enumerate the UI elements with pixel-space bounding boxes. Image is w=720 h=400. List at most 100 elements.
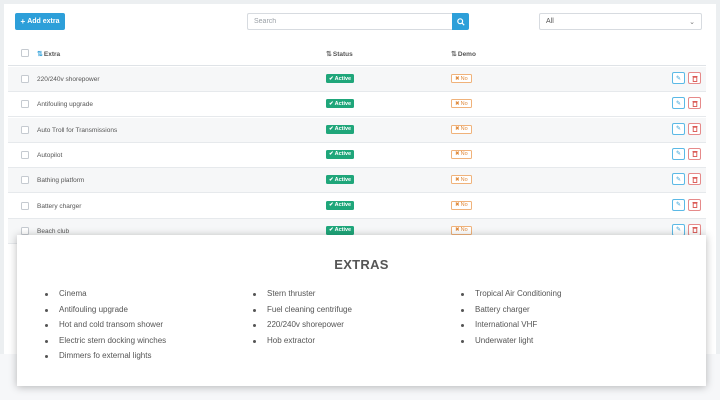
edit-button[interactable]: ✎	[672, 72, 685, 84]
trash-icon	[692, 176, 697, 183]
row-checkbox[interactable]	[21, 150, 29, 159]
extra-name: Beach club	[37, 227, 70, 235]
demo-badge: ✖ No	[451, 175, 472, 185]
extra-list-item: International VHF	[461, 319, 561, 335]
extra-name: Battery charger	[37, 202, 82, 210]
search-input[interactable]	[247, 13, 452, 30]
status-text: Active	[334, 100, 352, 107]
row-checkbox[interactable]	[21, 75, 29, 83]
extra-list-item: Fuel cleaning centrifuge	[253, 304, 352, 320]
status-filter-select[interactable]: All ⌄	[539, 13, 702, 30]
add-extra-button[interactable]: + Add extra	[15, 13, 65, 30]
delete-button[interactable]	[688, 72, 701, 84]
status-text: Active	[334, 202, 352, 208]
pencil-icon: ✎	[675, 202, 682, 208]
edit-button[interactable]: ✎	[672, 223, 685, 236]
x-icon: ✖	[455, 202, 460, 208]
demo-badge: ✖ No	[451, 225, 472, 235]
extra-list-item: Stern thruster	[253, 288, 352, 304]
table-header: ⇅ Extra ⇅ Status ⇅ Demo	[8, 42, 706, 66]
x-icon: ✖	[455, 126, 460, 133]
extra-list-item: Underwater light	[461, 335, 561, 351]
demo-badge: ✖ No	[451, 74, 472, 83]
extra-name: Autopilot	[37, 151, 63, 159]
table-row[interactable]: Battery charger ✔ Active ✖ No ✎	[8, 194, 706, 219]
trash-icon	[692, 100, 697, 107]
demo-text: No	[460, 126, 468, 133]
trash-icon	[692, 126, 697, 133]
demo-badge: ✖ No	[451, 124, 472, 134]
extra-name: Auto Troll for Transmissions	[37, 126, 118, 134]
table-row[interactable]: Bathing platform ✔ Active ✖ No ✎	[8, 168, 706, 194]
column-header-status[interactable]: ⇅ Status	[326, 50, 353, 59]
extras-column-1: Cinema Antifouling upgrade Hot and cold tr…	[45, 288, 166, 366]
x-icon: ✖	[455, 100, 460, 107]
edit-button[interactable]: ✎	[672, 122, 685, 135]
sort-icon: ⇅	[451, 51, 457, 58]
demo-text: No	[460, 100, 468, 107]
delete-button[interactable]	[688, 223, 701, 236]
row-checkbox[interactable]	[21, 201, 29, 210]
demo-badge: ✖ No	[451, 99, 472, 109]
table-row[interactable]: Autopilot ✔ Active ✖ No ✎	[8, 143, 706, 168]
delete-button[interactable]	[688, 198, 701, 211]
pencil-icon: ✎	[675, 227, 682, 234]
table-row[interactable]: 220/240v shorepower ✔ Active ✖ No ✎	[8, 67, 706, 92]
edit-button[interactable]: ✎	[672, 173, 685, 186]
demo-text: No	[460, 227, 468, 234]
extras-column-3: Tropical Air Conditioning Battery charger…	[461, 288, 561, 350]
check-icon: ✔	[329, 100, 334, 107]
delete-button[interactable]	[688, 122, 701, 135]
table-row[interactable]: Antifouling upgrade ✔ Active ✖ No ✎	[8, 92, 706, 118]
status-text: Active	[334, 126, 352, 133]
x-icon: ✖	[455, 176, 460, 183]
extra-list-item: Cinema	[45, 288, 166, 304]
delete-button[interactable]	[688, 173, 701, 186]
pencil-icon: ✎	[675, 126, 682, 133]
demo-text: No	[460, 202, 468, 208]
table-row[interactable]: Auto Troll for Transmissions ✔ Active ✖ No ✎	[8, 117, 706, 143]
check-icon: ✔	[329, 176, 334, 183]
check-icon: ✔	[329, 75, 334, 82]
column-header-extra[interactable]: ⇅ Extra	[37, 50, 60, 59]
extra-name: Antifouling upgrade	[37, 101, 94, 109]
delete-button[interactable]	[688, 97, 701, 110]
status-text: Active	[334, 227, 352, 234]
trash-icon	[692, 75, 697, 82]
search-icon	[456, 17, 465, 26]
row-checkbox[interactable]	[21, 100, 29, 109]
row-checkbox[interactable]	[21, 226, 29, 235]
plus-icon: +	[20, 16, 26, 26]
demo-text: No	[460, 176, 468, 183]
demo-badge: ✖ No	[451, 200, 472, 210]
extra-list-item: Antifouling upgrade	[45, 304, 166, 320]
add-extra-label: Add extra	[27, 18, 60, 25]
status-badge: ✔ Active	[326, 74, 355, 83]
extras-card: EXTRAS Cinema Antifouling upgrade Hot and …	[17, 235, 706, 386]
x-icon: ✖	[455, 75, 460, 82]
edit-button[interactable]: ✎	[672, 97, 685, 110]
x-icon: ✖	[455, 151, 460, 158]
edit-button[interactable]: ✎	[672, 198, 685, 211]
edit-button[interactable]: ✎	[672, 147, 685, 160]
extra-name: 220/240v shorepower	[37, 76, 100, 83]
delete-button[interactable]	[688, 147, 701, 160]
card-title: EXTRAS	[334, 257, 389, 272]
pencil-icon: ✎	[675, 151, 682, 158]
chevron-down-icon: ⌄	[689, 18, 695, 26]
column-header-demo[interactable]: ⇅ Demo	[451, 50, 476, 59]
extra-list-item: Electric stern docking winches	[45, 335, 166, 351]
status-text: Active	[334, 151, 352, 158]
sort-icon: ⇅	[326, 51, 332, 58]
search-button[interactable]	[452, 13, 469, 30]
select-all-checkbox[interactable]	[21, 49, 29, 57]
search-bar	[247, 13, 469, 30]
extras-column-2: Stern thruster Fuel cleaning centrifuge 22…	[253, 288, 352, 350]
row-checkbox[interactable]	[21, 125, 29, 134]
extra-list-item: Hob extractor	[253, 335, 352, 351]
demo-badge: ✖ No	[451, 149, 472, 159]
check-icon: ✔	[329, 202, 334, 208]
row-checkbox[interactable]	[21, 176, 29, 185]
sort-icon: ⇅	[37, 51, 43, 58]
filter-value: All	[546, 18, 554, 25]
